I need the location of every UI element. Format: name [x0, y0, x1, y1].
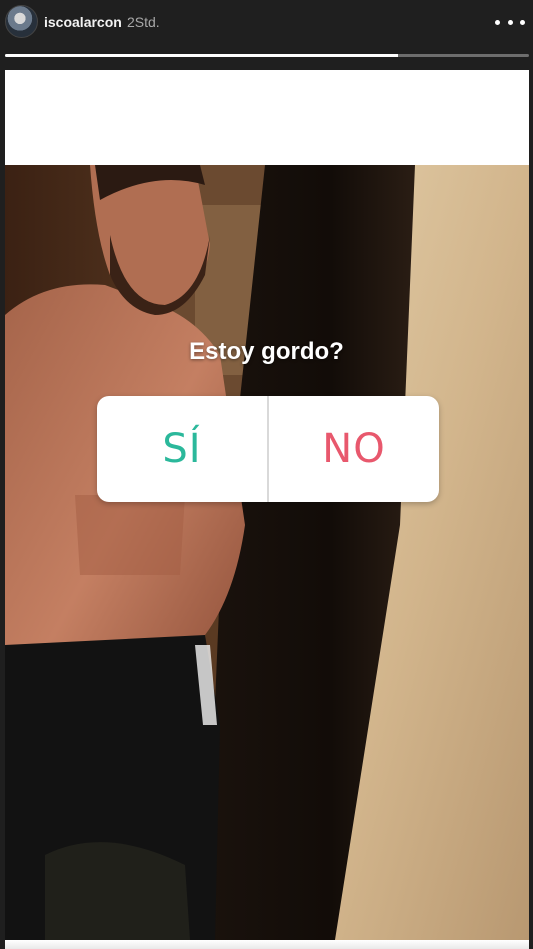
story-bottom-area	[5, 940, 529, 949]
more-icon-dot	[520, 19, 525, 25]
poll-option-yes[interactable]: SÍ	[97, 396, 267, 502]
poll-question: Estoy gordo?	[189, 338, 344, 365]
story-content[interactable]	[5, 70, 529, 949]
more-icon-dot	[507, 19, 513, 25]
story-top-blank-area	[5, 70, 529, 165]
user-avatar[interactable]	[5, 5, 38, 38]
story-photo	[5, 165, 529, 940]
story-progress-fill	[5, 54, 398, 57]
poll-option-no[interactable]: NO	[269, 396, 439, 502]
story-timestamp: 2Std.	[127, 14, 160, 30]
poll-sticker: SÍ NO	[97, 396, 439, 502]
story-header: iscoalarcon 2Std.	[0, 0, 533, 70]
more-options-button[interactable]	[495, 12, 525, 32]
more-icon-dot	[495, 19, 500, 25]
story-progress-bar	[5, 54, 529, 57]
username[interactable]: iscoalarcon	[44, 14, 122, 30]
mirror-selfie-image	[5, 165, 529, 940]
